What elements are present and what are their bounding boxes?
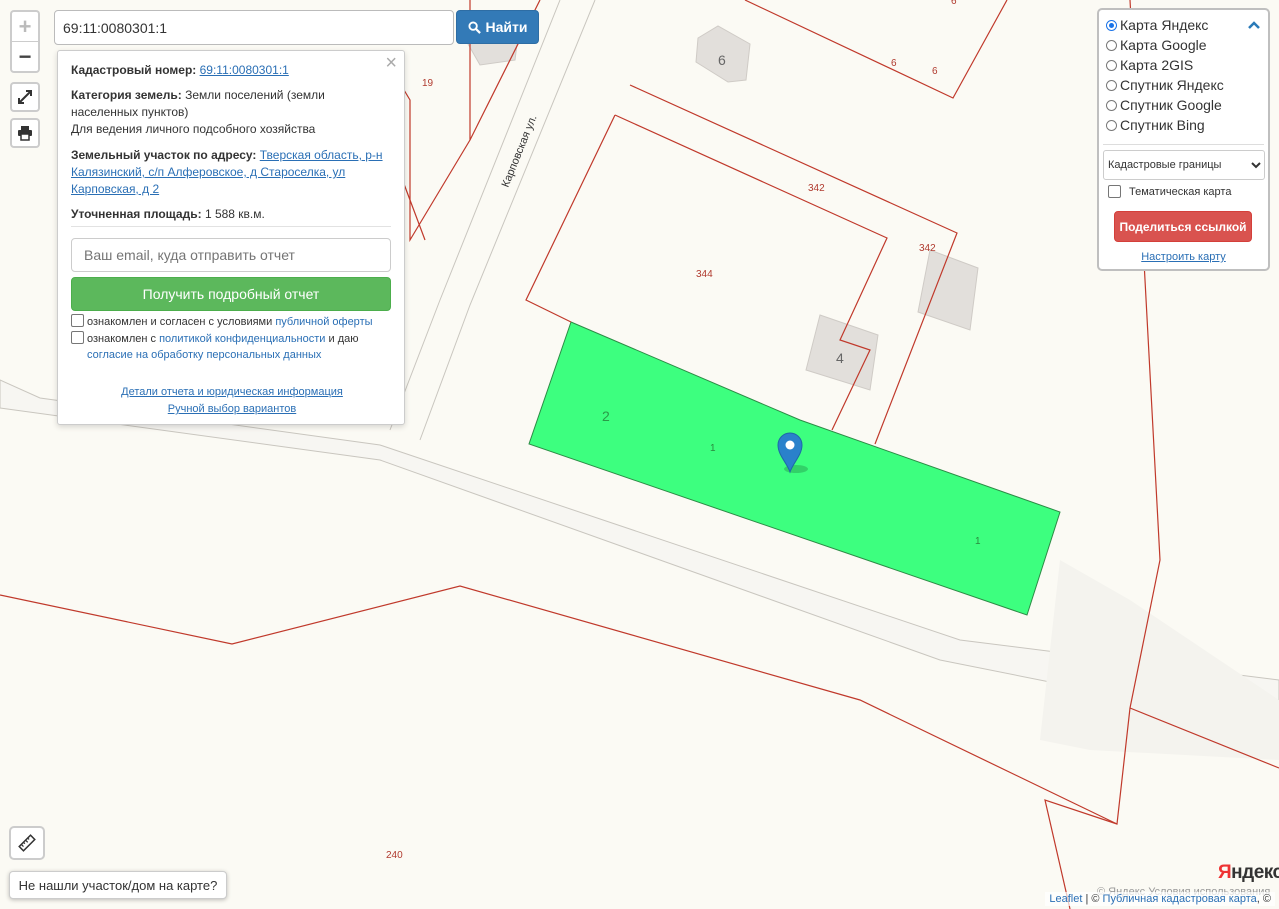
- border-g: [525, 114, 616, 323]
- cadastral-number-label: Кадастровый номер:: [71, 63, 197, 77]
- search-button-label: Найти: [485, 19, 528, 35]
- thematic-map-label: Тематическая карта: [1129, 185, 1232, 198]
- area-row: Уточненная площадь: 1 588 кв.м.: [71, 206, 389, 223]
- parcel-label: 19: [422, 78, 434, 89]
- parcel-label: 6: [932, 66, 938, 77]
- leaflet-link[interactable]: Leaflet: [1049, 893, 1082, 905]
- layer-option-bing-satellite[interactable]: Спутник Bing: [1106, 115, 1205, 135]
- privacy-policy-link[interactable]: политикой конфиденциальности: [159, 333, 325, 345]
- personal-data-link[interactable]: согласие на обработку персональных данны…: [87, 349, 321, 361]
- layer-option-label: Карта Яндекс: [1120, 17, 1209, 33]
- report-details-link[interactable]: Детали отчета и юридическая информация: [121, 386, 343, 398]
- cadastral-number-link[interactable]: 69:11:0080301:1: [200, 63, 289, 77]
- area-label: Уточненная площадь:: [71, 207, 202, 221]
- parcel-label: 344: [696, 269, 713, 280]
- parcel-label: 342: [919, 243, 936, 254]
- parcel-label: 6: [951, 0, 957, 7]
- land-category-label: Категория земель:: [71, 88, 182, 102]
- address-row: Земельный участок по адресу: Тверская об…: [71, 147, 389, 198]
- attribution-tail: , ©: [1256, 893, 1271, 905]
- zoom-out-button[interactable]: −: [12, 42, 38, 71]
- yandex-logo-rest: ндекс: [1231, 862, 1279, 883]
- layer-option-label: Карта 2GIS: [1120, 57, 1194, 73]
- street-label: Карповская ул.: [500, 113, 540, 189]
- thematic-map-checkbox[interactable]: [1108, 185, 1121, 198]
- search-icon: [467, 20, 481, 34]
- thematic-map-row[interactable]: Тематическая карта: [1108, 185, 1231, 198]
- area-value: 1 588 кв.м.: [204, 207, 265, 221]
- road-lower: [1040, 560, 1279, 760]
- parcel-label: 342: [808, 183, 825, 194]
- layer-option-label: Спутник Bing: [1120, 117, 1205, 133]
- agree-privacy-checkbox[interactable]: [71, 331, 84, 344]
- parcel-label: 240: [386, 850, 403, 861]
- land-category-row: Категория земель: Земли поселений (земли…: [71, 87, 389, 138]
- layers-panel: Карта Яндекс Карта Google Карта 2GIS Спу…: [1097, 8, 1270, 271]
- agree-offer-text: ознакомлен и согласен с условиями: [87, 316, 273, 328]
- manual-link-row: Ручной выбор вариантов: [58, 401, 406, 418]
- cadastral-search-input[interactable]: [54, 10, 454, 45]
- layer-option-yandex-satellite[interactable]: Спутник Яндекс: [1106, 75, 1224, 95]
- layer-option-yandex-map[interactable]: Карта Яндекс: [1106, 15, 1208, 35]
- agree-offer-row: ознакомлен и согласен с условиями публич…: [71, 314, 401, 330]
- radio-button[interactable]: [1106, 79, 1117, 91]
- layer-option-2gis-map[interactable]: Карта 2GIS: [1106, 55, 1193, 75]
- map-attribution: Leaflet | © Публичная кадастровая карта,…: [1045, 892, 1275, 906]
- popup-divider: [71, 226, 391, 227]
- configure-map-row: Настроить карту: [1099, 251, 1268, 263]
- public-offer-link[interactable]: публичной оферты: [275, 316, 372, 328]
- radio-button[interactable]: [1106, 39, 1117, 51]
- radio-button[interactable]: [1106, 59, 1117, 71]
- layer-option-google-satellite[interactable]: Спутник Google: [1106, 95, 1222, 115]
- radio-button[interactable]: [1106, 119, 1117, 131]
- configure-map-link[interactable]: Настроить карту: [1141, 251, 1226, 263]
- measure-button[interactable]: [9, 826, 45, 860]
- border-d: [744, 0, 1008, 99]
- radio-button[interactable]: [1106, 99, 1117, 111]
- overlay-select[interactable]: Кадастровые границы: [1103, 150, 1265, 180]
- buildings: [459, 19, 979, 437]
- manual-selection-link[interactable]: Ручной выбор вариантов: [168, 403, 296, 415]
- agree-privacy-text: ознакомлен с: [87, 333, 157, 345]
- print-button[interactable]: [10, 118, 40, 148]
- details-link-row: Детали отчета и юридическая информация: [58, 384, 406, 401]
- building-342: [917, 249, 979, 331]
- search-button[interactable]: Найти: [456, 10, 539, 44]
- parcel-label: 1: [710, 443, 716, 454]
- radio-button[interactable]: [1106, 19, 1117, 31]
- zoom-control: + −: [10, 10, 40, 73]
- ruler-icon: [18, 834, 36, 852]
- printer-icon: [18, 126, 32, 141]
- house-number: 2: [602, 408, 610, 424]
- land-usage-value: Для ведения личного подсобного хозяйства: [71, 122, 316, 136]
- layer-option-label: Карта Google: [1120, 37, 1207, 53]
- fullscreen-button[interactable]: [10, 82, 40, 112]
- layer-option-label: Спутник Google: [1120, 97, 1222, 113]
- house-number: 6: [718, 52, 726, 68]
- zoom-in-button[interactable]: +: [12, 12, 38, 42]
- address-label: Земельный участок по адресу:: [71, 148, 257, 162]
- layer-option-google-map[interactable]: Карта Google: [1106, 35, 1207, 55]
- expand-icon: [18, 90, 32, 104]
- not-found-button[interactable]: Не нашли участок/дом на карте?: [9, 871, 227, 899]
- yandex-logo-ya: Я: [1218, 862, 1232, 883]
- chevron-up-icon[interactable]: [1247, 20, 1261, 30]
- layers-divider: [1103, 144, 1264, 145]
- cadastral-number-row: Кадастровый номер: 69:11:0080301:1: [71, 62, 389, 79]
- email-input[interactable]: [71, 238, 391, 272]
- agree-privacy-mid: и даю: [328, 333, 359, 345]
- share-link-button[interactable]: Поделиться ссылкой: [1114, 211, 1252, 242]
- agree-offer-checkbox[interactable]: [71, 314, 84, 327]
- parcel-info-popup: × Кадастровый номер: 69:11:0080301:1 Кат…: [57, 50, 405, 425]
- yandex-logo: Яндекс: [1218, 862, 1279, 884]
- attribution-separator: | ©: [1085, 893, 1100, 905]
- parcel-label: 1: [975, 536, 981, 547]
- parcel-label: 6: [891, 58, 897, 69]
- get-report-button[interactable]: Получить подробный отчет: [71, 277, 391, 311]
- house-number: 4: [836, 350, 844, 366]
- pkk-link[interactable]: Публичная кадастровая карта: [1103, 893, 1257, 905]
- layer-option-label: Спутник Яндекс: [1120, 77, 1224, 93]
- agree-privacy-row: ознакомлен с политикой конфиденциальност…: [71, 331, 401, 363]
